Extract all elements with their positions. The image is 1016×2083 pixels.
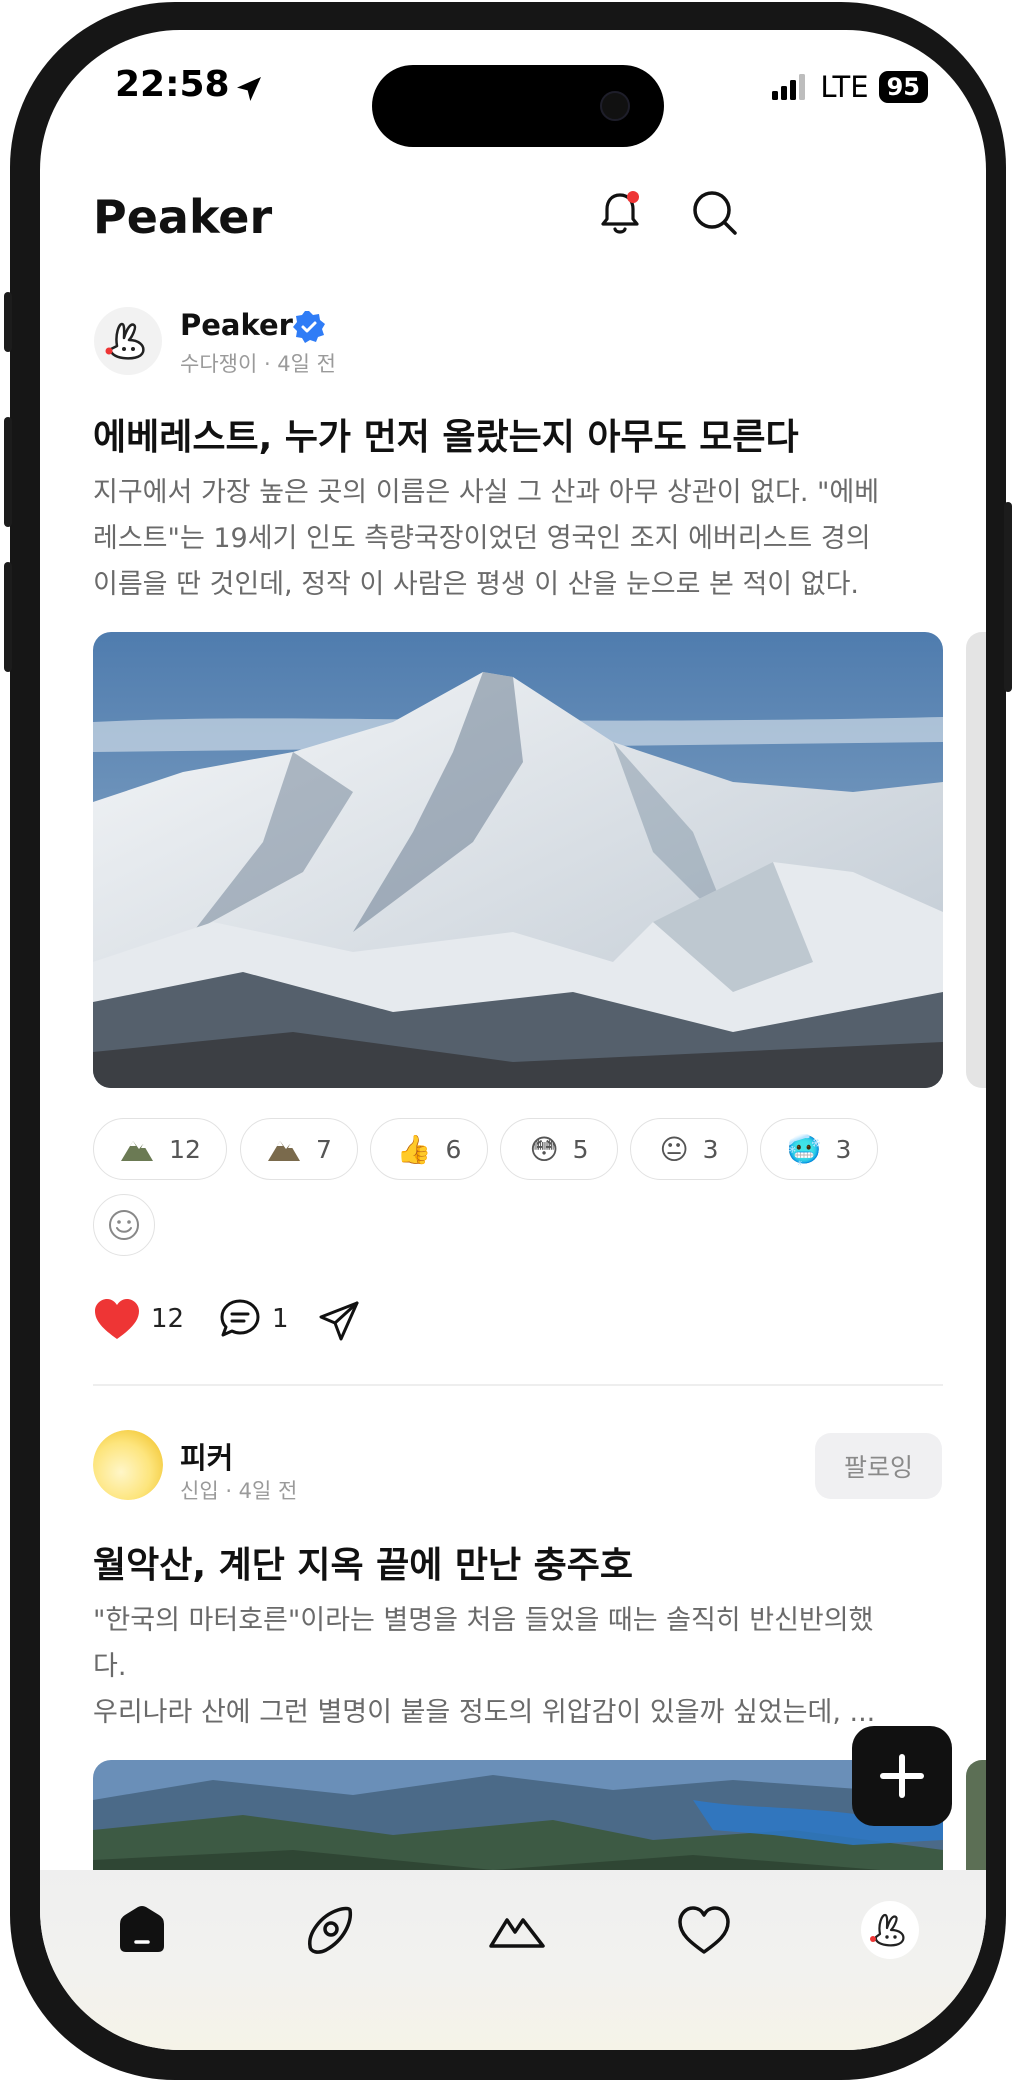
add-reaction-button[interactable]: [93, 1194, 155, 1256]
author-avatar[interactable]: [93, 1430, 163, 1500]
reaction-count: 5: [572, 1134, 589, 1164]
plus-icon: [880, 1754, 924, 1798]
status-right: LTE 95: [772, 70, 928, 104]
reaction-count: 3: [835, 1134, 852, 1164]
post-title[interactable]: 월악산, 계단 지옥 끝에 만난 충주호: [93, 1536, 633, 1588]
excerpt-line: 지구에서 가장 높은 곳의 이름은 사실 그 산과 아무 상관이 없다. "에베: [93, 477, 880, 508]
like-action[interactable]: 12: [93, 1297, 184, 1341]
post-title[interactable]: 에베레스트, 누가 먼저 올랐는지 아무도 모른다: [93, 408, 799, 460]
post-excerpt[interactable]: 지구에서 가장 높은 곳의 이름은 사실 그 산과 아무 상관이 없다. "에베…: [93, 470, 943, 608]
cold-face-icon: 🥶: [786, 1132, 822, 1166]
status-time: 22:58: [115, 64, 230, 105]
post-image-everest[interactable]: [93, 632, 943, 1088]
comment-count: 1: [272, 1304, 289, 1334]
app-title: Peaker: [93, 190, 273, 244]
explore-icon[interactable]: [300, 1900, 360, 1960]
reaction-chip[interactable]: 😐 3: [630, 1118, 748, 1180]
mute-switch: [4, 292, 12, 352]
like-count: 12: [151, 1304, 185, 1334]
dynamic-island: [372, 65, 664, 147]
excerpt-line: 다.: [93, 1651, 127, 1682]
following-button[interactable]: 팔로잉: [815, 1433, 942, 1499]
comment-action[interactable]: 1: [218, 1297, 289, 1341]
heart-icon[interactable]: [674, 1900, 734, 1960]
signal-icon: [772, 74, 806, 100]
flushed-face-icon: 😳: [529, 1132, 559, 1166]
neutral-face-icon: 😐: [659, 1132, 689, 1166]
reaction-count: 12: [169, 1134, 201, 1164]
post-meta: 수다쟁이 · 4일 전: [180, 352, 336, 376]
volume-down-button: [4, 562, 12, 672]
screen: 22:58 LTE 95 Peaker Peaker 수다쟁이 · 4일 전 에…: [40, 30, 986, 2050]
comment-icon: [220, 1299, 260, 1337]
post-excerpt[interactable]: "한국의 마터호른"이라는 별명을 처음 들었을 때는 솔직히 반신반의했 다.…: [93, 1598, 943, 1736]
mountain-icon: [121, 1141, 154, 1161]
mountain-icon: [268, 1141, 301, 1161]
home-icon[interactable]: [112, 1900, 172, 1960]
reaction-count: 3: [702, 1134, 719, 1164]
reaction-chip[interactable]: 😳 5: [500, 1118, 618, 1180]
reaction-chip[interactable]: 12: [93, 1118, 227, 1180]
network-label: LTE: [820, 70, 869, 104]
create-post-button[interactable]: [852, 1726, 952, 1826]
reaction-chip[interactable]: 👍 6: [370, 1118, 488, 1180]
post-divider: [93, 1384, 943, 1386]
author-avatar[interactable]: [93, 306, 163, 376]
share-icon[interactable]: [317, 1299, 361, 1343]
phone-frame: 22:58 LTE 95 Peaker Peaker 수다쟁이 · 4일 전 에…: [4, 2, 1012, 2080]
volume-up-button: [4, 417, 12, 527]
bell-icon[interactable]: [595, 188, 645, 238]
reaction-chip[interactable]: 7: [240, 1118, 358, 1180]
notification-dot: [627, 191, 639, 203]
author-name[interactable]: 피커: [180, 1435, 233, 1477]
smiley-icon: [109, 1210, 139, 1240]
battery-indicator: 95: [878, 71, 928, 103]
tab-bar: [40, 1870, 986, 2050]
verified-badge-icon: [293, 311, 325, 343]
post-meta: 신입 · 4일 전: [180, 1479, 298, 1503]
reaction-count: 7: [316, 1134, 332, 1164]
thumbs-up-icon: 👍: [396, 1132, 432, 1166]
camera: [600, 91, 630, 121]
location-arrow-icon: [237, 77, 261, 101]
excerpt-line: 이름을 딴 것인데, 정작 이 사람은 평생 이 산을 눈으로 본 적이 없다.: [93, 569, 859, 600]
excerpt-line: 우리나라 산에 그런 별명이 붙을 정도의 위압감이 있을까 싶었는데, ...: [93, 1697, 876, 1728]
excerpt-line: "한국의 마터호른"이라는 별명을 처음 들었을 때는 솔직히 반신반의했: [93, 1605, 874, 1636]
heart-filled-icon: [95, 1299, 139, 1339]
mountain-icon[interactable]: [487, 1900, 547, 1960]
power-button: [1004, 502, 1012, 692]
search-icon[interactable]: [690, 188, 740, 238]
reaction-count: 6: [445, 1134, 462, 1164]
profile-avatar[interactable]: [860, 1900, 920, 1960]
next-image-preview[interactable]: [966, 632, 986, 1088]
author-name[interactable]: Peaker: [180, 308, 293, 342]
excerpt-line: 레스트"는 19세기 인도 측량국장이었던 영국인 조지 에버리스트 경의: [93, 523, 871, 554]
reaction-chip[interactable]: 🥶 3: [760, 1118, 878, 1180]
